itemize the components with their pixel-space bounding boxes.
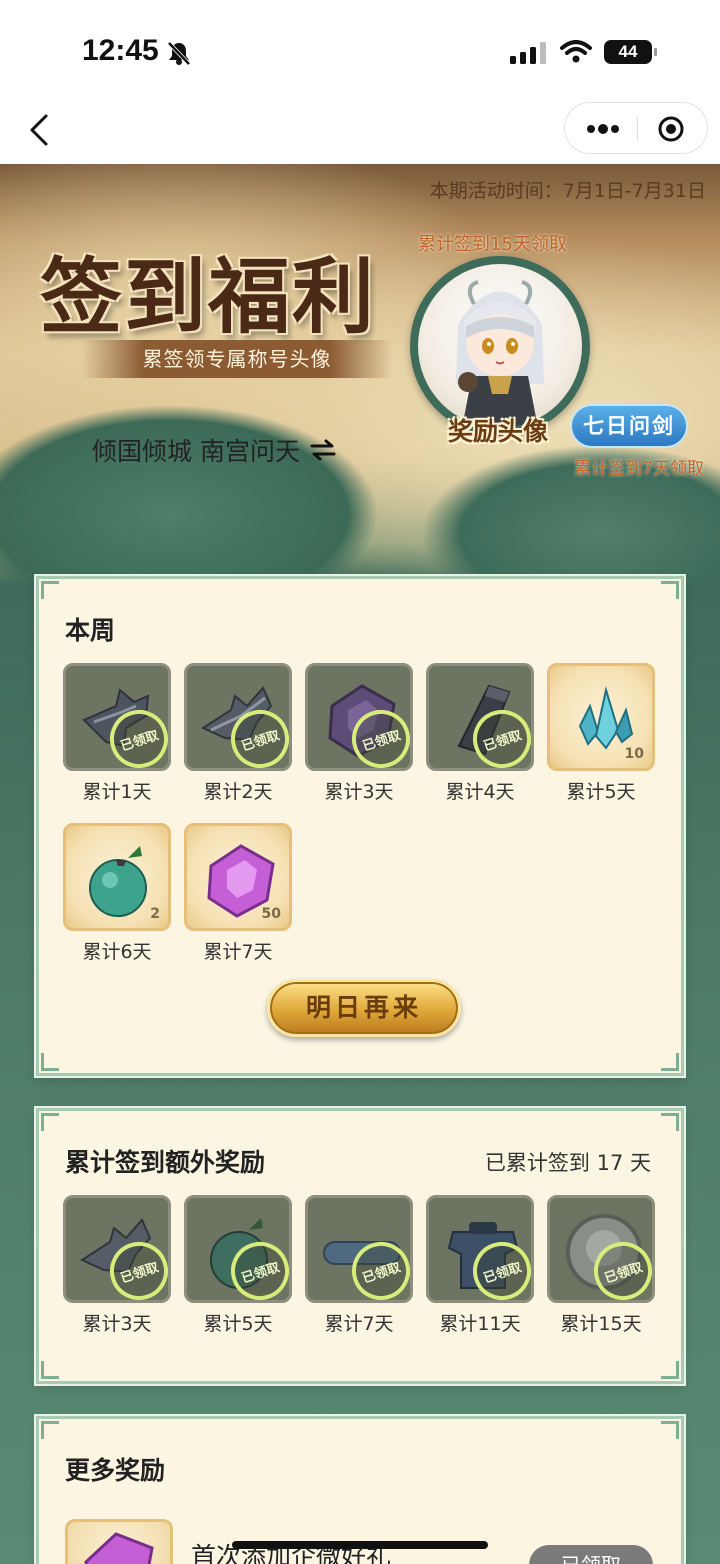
checkin-banner: 本期活动时间：7月1日-7月31日 签到福利 累签领专属称号头像 倾国倾城 南宫… (0, 164, 720, 584)
event-time: 本期活动时间：7月1日-7月31日 (429, 180, 706, 202)
wifi-icon (560, 40, 592, 63)
current-title-text: 倾国倾城 南宫问天 (92, 437, 300, 466)
reward-day-label: 累计15天 (560, 1313, 642, 1335)
more-reward-claim-button[interactable]: 已领取 (529, 1545, 653, 1564)
card-corner (661, 1053, 679, 1071)
title-reward-note: 累计签到7天领取 (574, 459, 704, 479)
reward-day-label: 累计3天 (82, 1313, 152, 1335)
weekly-reward-item[interactable]: 已领取 累计2天 (184, 663, 292, 804)
reward-day-label: 累计4天 (445, 781, 515, 803)
card-corner (41, 1053, 59, 1071)
more-rewards-title: 更多奖励 (65, 1456, 166, 1485)
card-corner (661, 1421, 679, 1439)
reward-count: 50 (261, 906, 281, 922)
card-corner (661, 581, 679, 599)
cumulative-reward-item[interactable]: 已领取 累计5天 (184, 1195, 292, 1336)
title-badge[interactable]: 七日问剑 (570, 404, 688, 448)
weekly-reward-item[interactable]: 已领取 累计1天 (63, 663, 171, 804)
reward-day-label: 累计3天 (324, 781, 394, 803)
swap-icon[interactable] (310, 439, 336, 461)
card-corner (41, 1361, 59, 1379)
cumulative-reward-item[interactable]: 已领取 累计7天 (305, 1195, 413, 1336)
avatar-reward-note: 累计签到15天领取 (418, 234, 567, 255)
nav-bar (0, 96, 720, 164)
card-corner (41, 1113, 59, 1131)
reward-icon-box: 已领取 (305, 1195, 413, 1303)
banner-subtitle: 累签领专属称号头像 (82, 340, 392, 378)
battery-indicator: 44 (604, 40, 657, 64)
reward-day-label: 累计6天 (82, 941, 152, 963)
status-bar: 12:45 44 (0, 0, 720, 96)
come-back-tomorrow-button[interactable]: 明日再来 (267, 979, 461, 1037)
reward-icon-box: 已领取 (305, 663, 413, 771)
reward-icon-box: 已领取 (63, 1195, 171, 1303)
avatar-image (418, 264, 582, 428)
signal-icon (510, 42, 546, 64)
status-time: 12:45 (82, 34, 159, 67)
cumulative-reward-item[interactable]: 已领取 累计11天 (426, 1195, 534, 1336)
reward-icon-box: 10 (547, 663, 655, 771)
reward-day-label: 累计11天 (439, 1313, 521, 1335)
banner-title: 签到福利 (40, 249, 377, 345)
capsule-divider (637, 117, 638, 141)
weekly-reward-item[interactable]: 50 累计7天 (184, 823, 292, 964)
cumulative-card: 累计签到额外奖励 已累计签到 17 天 已领取 累计3天 已领取 累计5天 已领… (34, 1106, 686, 1386)
cumulative-title: 累计签到额外奖励 (65, 1148, 266, 1177)
reward-day-label: 累计2天 (203, 781, 273, 803)
cumulative-reward-item[interactable]: 已领取 累计15天 (547, 1195, 655, 1336)
reward-count: 2 (150, 906, 160, 922)
current-title[interactable]: 倾国倾城 南宫问天 (92, 432, 336, 468)
weekly-reward-item[interactable]: 2 累计6天 (63, 823, 171, 964)
weekly-reward-item[interactable]: 已领取 累计4天 (426, 663, 534, 804)
reward-icon-box: 已领取 (547, 1195, 655, 1303)
reward-icon-box: 已领取 (184, 663, 292, 771)
reward-day-label: 累计5天 (203, 1313, 273, 1335)
purple-stone-icon (84, 1532, 154, 1564)
weekly-card: 本周 已领取 累计1天 已领取 累计2天 已领取 累计3天 已领取 累计4天 1… (34, 574, 686, 1078)
cumulative-summary: 已累计签到 17 天 (484, 1151, 651, 1175)
banner-decoration (0, 404, 380, 584)
mini-program-capsule (564, 102, 708, 154)
bell-off-icon (167, 41, 191, 66)
weekly-reward-item[interactable]: 10 累计5天 (547, 663, 655, 804)
reward-count: 10 (624, 746, 644, 762)
weekly-title: 本周 (65, 616, 116, 645)
more-reward-icon-box (65, 1519, 173, 1564)
reward-icon-box: 已领取 (426, 1195, 534, 1303)
reward-day-label: 累计7天 (203, 941, 273, 963)
cumulative-reward-item[interactable]: 已领取 累计3天 (63, 1195, 171, 1336)
reward-day-label: 累计1天 (82, 781, 152, 803)
home-indicator (232, 1541, 488, 1549)
card-corner (41, 581, 59, 599)
reward-icon-box: 50 (184, 823, 292, 931)
character-avatar-icon (456, 280, 544, 428)
card-corner (41, 1421, 59, 1439)
card-corner (661, 1361, 679, 1379)
back-arrow-icon[interactable] (22, 110, 62, 150)
more-icon[interactable] (585, 116, 621, 142)
reward-icon-box: 已领取 (63, 663, 171, 771)
reward-icon-box: 已领取 (184, 1195, 292, 1303)
reward-day-label: 累计5天 (566, 781, 636, 803)
reward-icon-box: 已领取 (426, 663, 534, 771)
weekly-reward-item[interactable]: 已领取 累计3天 (305, 663, 413, 804)
reward-avatar[interactable] (410, 256, 590, 436)
close-target-icon[interactable] (657, 115, 685, 143)
card-corner (661, 1113, 679, 1131)
reward-icon-box: 2 (63, 823, 171, 931)
avatar-label: 奖励头像 (448, 417, 549, 446)
reward-day-label: 累计7天 (324, 1313, 394, 1335)
